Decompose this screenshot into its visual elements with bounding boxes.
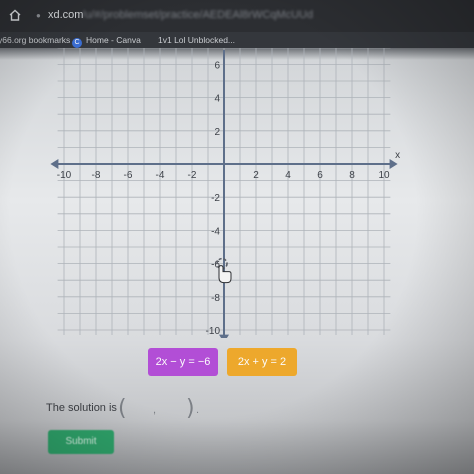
solution-label: The solution is: [46, 402, 117, 414]
x-tick-label: -6: [124, 170, 133, 181]
equation-chip-2[interactable]: 2x + y = 2: [227, 348, 297, 376]
y-tick-label: -2: [211, 193, 220, 204]
x-tick-label: -10: [57, 170, 72, 181]
x-tick-label: -4: [156, 170, 165, 181]
lock-icon: ●: [36, 11, 41, 20]
solution-open-paren: (: [118, 396, 127, 421]
solution-close-paren: ): [186, 396, 195, 421]
url-domain[interactable]: xd.com: [48, 9, 83, 21]
solution-period: .: [196, 404, 200, 416]
coordinate-graph[interactable]: -10 -8 -6 -4 -2 2 4 6 8 10 6 4 2 -2 -4 -6 -8 -10 x: [0, 48, 474, 338]
y-tick-label: -10: [206, 326, 221, 337]
canva-icon: C: [72, 38, 82, 48]
bookmark-canva[interactable]: C Home - Canva: [72, 35, 141, 48]
y-tick-label: 6: [214, 60, 220, 71]
y-tick-label: -8: [211, 293, 220, 304]
x-axis-left-arrow: [50, 159, 59, 169]
bookmark-canva-label: Home - Canva: [86, 35, 141, 45]
solution-comma: ,: [153, 404, 157, 416]
solution-y-input[interactable]: [160, 402, 186, 420]
submit-button[interactable]: Submit: [48, 430, 114, 454]
bookmark-y66[interactable]: y66.org bookmarks: [0, 35, 70, 45]
url-path[interactable]: /u/#/problemset/practice/AEDEAl8rWCqMcUU…: [82, 9, 313, 21]
y-tick-label: 4: [214, 94, 220, 105]
x-axis-label: x: [395, 150, 400, 161]
y-tick-label: -4: [211, 226, 220, 237]
x-tick-label: 4: [285, 170, 291, 181]
x-tick-label: -8: [92, 170, 101, 181]
address-bar[interactable]: ● xd.com /u/#/problemset/practice/AEDEAl…: [0, 0, 474, 32]
axes: [50, 50, 398, 338]
x-tick-label: 8: [349, 170, 355, 181]
x-tick-label: -2: [188, 170, 197, 181]
y-axis-down-arrow: [219, 334, 229, 338]
equation-chip-1[interactable]: 2x − y = −6: [148, 348, 218, 376]
y-tick-label: 2: [214, 127, 220, 138]
page-root: ● xd.com /u/#/problemset/practice/AEDEAl…: [0, 0, 474, 474]
tick-labels: -10 -8 -6 -4 -2 2 4 6 8 10642-2-4-6-8-10x: [57, 60, 400, 337]
bookmark-1v1lol[interactable]: 1v1 Lol Unblocked...: [158, 35, 235, 45]
home-icon[interactable]: [8, 8, 22, 22]
graph-svg[interactable]: -10 -8 -6 -4 -2 2 4 6 8 10642-2-4-6-8-10x: [0, 48, 474, 338]
bookmarks-bar: y66.org bookmarks C Home - Canva 1v1 Lol …: [0, 32, 474, 48]
x-tick-label: 10: [378, 170, 390, 181]
x-tick-label: 2: [253, 170, 259, 181]
x-tick-label: 6: [317, 170, 323, 181]
